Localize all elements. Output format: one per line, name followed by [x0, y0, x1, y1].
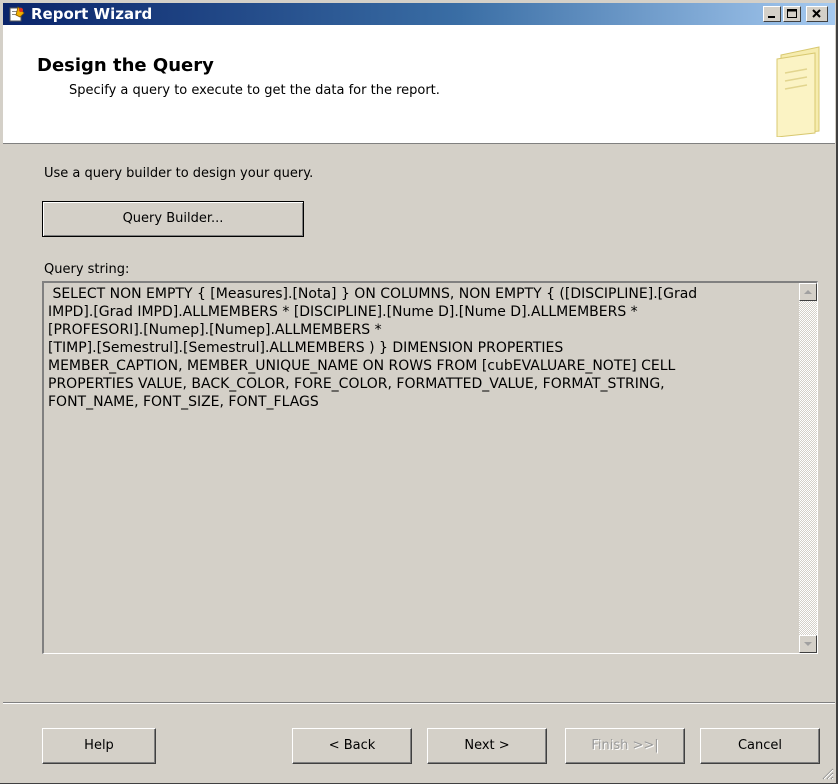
- close-button[interactable]: [806, 6, 828, 22]
- footer-divider: [3, 702, 835, 704]
- report-wizard-icon: [9, 6, 25, 22]
- query-string-label: Query string:: [44, 262, 130, 277]
- minimize-icon: [768, 16, 775, 18]
- query-string-field[interactable]: SELECT NON EMPTY { [Measures].[Nota] } O…: [42, 281, 818, 654]
- window-title: Report Wizard: [31, 5, 153, 23]
- document-icon: [776, 46, 820, 137]
- cancel-button[interactable]: Cancel: [700, 728, 820, 764]
- scroll-down-button[interactable]: [799, 635, 817, 653]
- help-button[interactable]: Help: [42, 728, 156, 764]
- query-builder-hint: Use a query builder to design your query…: [44, 166, 314, 181]
- query-builder-button[interactable]: Query Builder...: [42, 201, 304, 237]
- scroll-up-button[interactable]: [799, 283, 817, 301]
- maximize-icon: [787, 9, 797, 18]
- arrow-down-icon: [804, 642, 812, 646]
- maximize-button[interactable]: [783, 6, 801, 22]
- arrow-up-icon: [804, 290, 812, 294]
- title-bar[interactable]: Report Wizard: [3, 3, 835, 25]
- next-button[interactable]: Next >: [427, 728, 547, 764]
- query-scrollbar[interactable]: [799, 283, 817, 653]
- wizard-header: Design the Query Specify a query to exec…: [3, 25, 835, 144]
- finish-button: Finish >>|: [565, 728, 685, 764]
- back-button[interactable]: < Back: [292, 728, 412, 764]
- close-icon: [812, 9, 821, 18]
- page-subtitle: Specify a query to execute to get the da…: [69, 83, 440, 98]
- minimize-button[interactable]: [763, 6, 781, 22]
- query-string-text[interactable]: SELECT NON EMPTY { [Measures].[Nota] } O…: [48, 285, 788, 411]
- page-title: Design the Query: [37, 55, 214, 76]
- report-wizard-window: Report Wizard Design the Query Specify a…: [0, 0, 838, 784]
- resize-grip-icon[interactable]: [820, 766, 834, 780]
